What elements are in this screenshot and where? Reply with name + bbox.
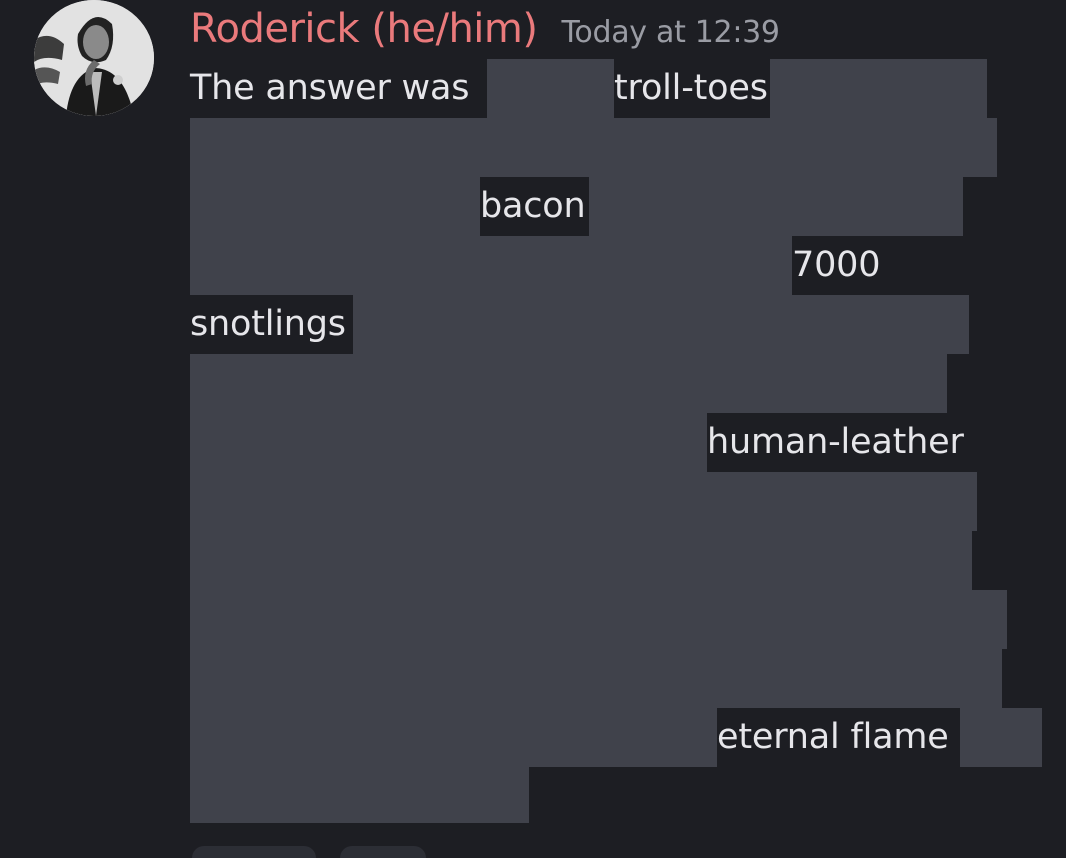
spoiler-block[interactable] bbox=[190, 118, 997, 177]
user-avatar[interactable] bbox=[34, 0, 154, 116]
spoiler-block[interactable] bbox=[190, 649, 1002, 708]
message-timestamp: Today at 12:39 bbox=[561, 15, 780, 50]
spoiler-block[interactable] bbox=[353, 295, 969, 354]
avatar-photo-icon bbox=[34, 0, 154, 116]
spoiler-block[interactable] bbox=[190, 590, 1007, 649]
reaction-chip[interactable] bbox=[192, 846, 316, 858]
revealed-word: 7000 bbox=[792, 236, 883, 295]
message-intro-text: The answer was bbox=[190, 68, 470, 108]
revealed-word: eternal flame bbox=[717, 708, 951, 767]
revealed-word: troll-toes bbox=[614, 59, 770, 118]
message-header: Roderick (he/him) Today at 12:39 bbox=[190, 0, 780, 60]
spoiler-block[interactable] bbox=[190, 767, 529, 823]
spoiler-block[interactable] bbox=[190, 472, 977, 531]
reaction-chip[interactable] bbox=[340, 846, 426, 858]
revealed-word: human-leather bbox=[707, 413, 966, 472]
spoiler-block[interactable] bbox=[190, 354, 947, 413]
spoiler-block[interactable] bbox=[190, 531, 972, 590]
chat-message: Roderick (he/him) Today at 12:39 The ans… bbox=[0, 0, 1066, 858]
spoiler-block[interactable] bbox=[190, 708, 717, 767]
author-name[interactable]: Roderick (he/him) bbox=[190, 0, 538, 58]
revealed-word: bacon bbox=[480, 177, 589, 236]
revealed-word: snotlings bbox=[190, 295, 348, 354]
spoiler-block[interactable] bbox=[190, 236, 792, 295]
spoiler-block[interactable] bbox=[190, 413, 707, 472]
spoiler-block[interactable] bbox=[960, 708, 1042, 767]
